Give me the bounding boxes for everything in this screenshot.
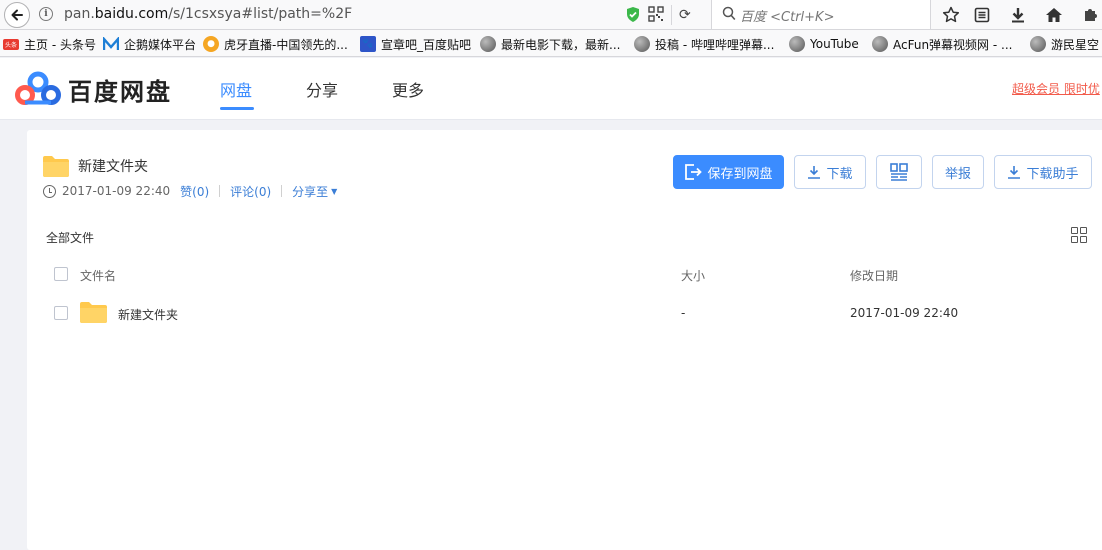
url-domain: baidu.com xyxy=(94,6,169,22)
bookmark-item[interactable]: 头条 主页 - 头条号 xyxy=(3,35,96,53)
nav-netdisk[interactable]: 网盘 xyxy=(220,77,252,101)
globe-icon xyxy=(480,36,496,52)
share-title: 新建文件夹 xyxy=(78,159,148,175)
search-placeholder: 百度 <Ctrl+K> xyxy=(740,10,835,25)
meta-divider xyxy=(281,185,283,197)
table-row[interactable]: 新建文件夹 - 2017-01-09 22:40 xyxy=(27,298,1102,332)
qr-code-icon[interactable] xyxy=(648,6,664,22)
info-icon[interactable]: i xyxy=(39,7,53,21)
globe-icon xyxy=(1030,36,1046,52)
download-helper-button[interactable]: 下载助手 xyxy=(994,155,1092,189)
arrow-left-icon xyxy=(11,9,23,21)
tieba-icon: 🐾 xyxy=(360,36,376,52)
meta-divider xyxy=(219,185,221,197)
back-button[interactable] xyxy=(4,2,30,28)
shield-icon[interactable] xyxy=(625,6,641,23)
qr-code-icon xyxy=(890,163,908,181)
baidu-netdisk-logo[interactable]: 百度网盘 xyxy=(15,71,172,107)
file-modified: 2017-01-09 22:40 xyxy=(850,306,959,320)
penguin-media-icon xyxy=(103,36,119,52)
toolbar-separator xyxy=(671,5,672,25)
bookmark-item[interactable]: 投稿 - 哔哩哔哩弹幕... xyxy=(634,35,774,53)
url-field[interactable]: pan.baidu.com/s/1csxsya#list/path=%2F xyxy=(64,6,352,22)
grid-view-icon[interactable] xyxy=(1071,227,1087,243)
huya-icon: ● xyxy=(203,36,219,52)
toutiao-icon: 头条 xyxy=(3,38,19,50)
folder-icon xyxy=(80,302,107,323)
bookmark-item[interactable]: 最新电影下载，最新... xyxy=(480,35,620,53)
breadcrumb[interactable]: 全部文件 xyxy=(46,229,94,246)
share-datetime: 2017-01-09 22:40 xyxy=(62,184,171,198)
site-header: 百度网盘 网盘 分享 更多 超级会员 限时优 xyxy=(0,58,1102,120)
column-modified[interactable]: 修改日期 xyxy=(850,267,898,284)
search-box[interactable]: 百度 <Ctrl+K> xyxy=(711,0,931,29)
row-checkbox[interactable] xyxy=(54,306,68,320)
save-to-netdisk-button[interactable]: 保存到网盘 xyxy=(673,155,784,189)
download-helper-label: 下载助手 xyxy=(1026,166,1079,182)
bookmark-item[interactable]: YouTube xyxy=(789,35,859,53)
bookmark-item[interactable]: 游民星空 xyxy=(1030,35,1099,53)
active-tab-indicator xyxy=(220,107,254,110)
download-arrow-icon[interactable] xyxy=(1008,5,1028,25)
like-link[interactable]: 赞(0) xyxy=(180,183,209,200)
share-panel: 新建文件夹 2017-01-09 22:40 赞(0) 评论(0) 分享至 ▼ … xyxy=(27,130,1102,550)
globe-icon xyxy=(634,36,650,52)
folder-icon xyxy=(43,156,69,177)
bookmark-item[interactable]: ● 虎牙直播-中国领先的... xyxy=(203,35,348,53)
save-button-label: 保存到网盘 xyxy=(707,166,773,182)
save-export-icon xyxy=(685,164,703,180)
home-icon[interactable] xyxy=(1044,5,1064,25)
nav-more[interactable]: 更多 xyxy=(392,77,424,101)
select-all-checkbox[interactable] xyxy=(54,267,68,281)
reload-icon[interactable]: ⟳ xyxy=(679,7,691,23)
clock-icon xyxy=(43,184,56,198)
logo-text: 百度网盘 xyxy=(68,77,172,106)
cloud-logo-icon xyxy=(15,71,61,105)
chevron-down-icon[interactable]: ▼ xyxy=(331,187,337,196)
column-name[interactable]: 文件名 xyxy=(80,267,116,284)
share-meta: 2017-01-09 22:40 赞(0) 评论(0) 分享至 ▼ xyxy=(43,183,337,199)
report-button[interactable]: 举报 xyxy=(932,155,984,189)
bookmark-item[interactable]: 企鹅媒体平台 xyxy=(103,35,196,53)
browser-toolbar: i pan.baidu.com/s/1csxsya#list/path=%2F … xyxy=(0,0,1102,30)
search-icon xyxy=(722,6,736,21)
vip-promo-link[interactable]: 超级会员 限时优 xyxy=(1012,80,1100,97)
report-button-label: 举报 xyxy=(944,166,971,182)
share-to-link[interactable]: 分享至 xyxy=(292,183,328,200)
reader-list-icon[interactable] xyxy=(972,5,992,25)
globe-icon xyxy=(872,36,888,52)
column-size[interactable]: 大小 xyxy=(681,267,705,284)
bookmark-item[interactable]: AcFun弹幕视频网 - ... xyxy=(872,35,1012,53)
download-button-label: 下载 xyxy=(826,166,853,182)
extension-puzzle-icon[interactable] xyxy=(1080,5,1100,25)
qr-code-button[interactable] xyxy=(876,155,922,189)
bookmark-star-icon[interactable] xyxy=(941,5,961,25)
nav-share[interactable]: 分享 xyxy=(306,77,338,101)
file-size: - xyxy=(681,306,686,320)
download-button[interactable]: 下载 xyxy=(794,155,866,189)
download-icon xyxy=(808,166,821,179)
globe-icon xyxy=(789,36,805,52)
bookmarks-bar: 头条 主页 - 头条号 企鹅媒体平台 ● 虎牙直播-中国领先的... 🐾 宣章吧_百度… xyxy=(0,30,1102,57)
table-header: 文件名 大小 修改日期 xyxy=(27,258,1102,288)
bookmark-item[interactable]: 🐾 宣章吧_百度贴吧 xyxy=(360,35,471,53)
download-icon xyxy=(1008,166,1021,179)
comment-link[interactable]: 评论(0) xyxy=(230,183,271,200)
file-name[interactable]: 新建文件夹 xyxy=(118,306,178,323)
